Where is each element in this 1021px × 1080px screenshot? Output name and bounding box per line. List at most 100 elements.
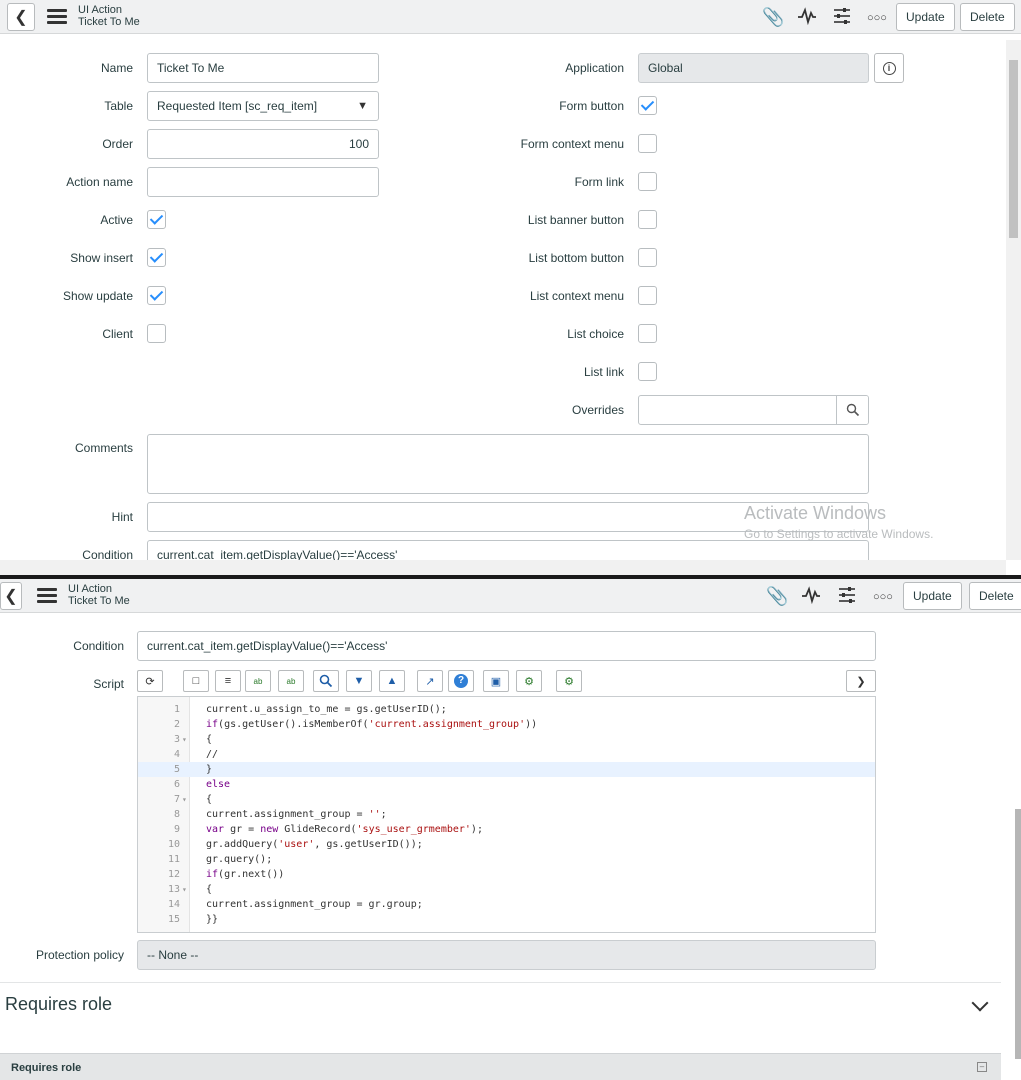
comment-icon[interactable]: □ — [183, 670, 209, 692]
find-next-icon[interactable]: ▼ — [346, 670, 372, 692]
overrides-lookup-button[interactable] — [836, 396, 868, 424]
code-text: gr.query(); — [206, 854, 273, 865]
paperclip-icon[interactable]: 📎 — [766, 586, 788, 606]
form-context-menu-checkbox[interactable] — [638, 134, 657, 153]
list-link-checkbox[interactable] — [638, 362, 657, 381]
record-name: Ticket To Me — [78, 16, 140, 28]
show-update-checkbox[interactable] — [147, 286, 166, 305]
list-banner-button-checkbox[interactable] — [638, 210, 657, 229]
script-label: Script — [93, 677, 124, 691]
code-line[interactable]: 9 var gr = new GlideRecord('sys_user_grme… — [138, 822, 875, 837]
delete-button-2[interactable]: Delete — [969, 582, 1021, 610]
form-button-checkbox[interactable] — [638, 96, 657, 115]
replace-icon[interactable]: ab — [245, 670, 271, 692]
horizontal-scrollbar[interactable] — [0, 560, 1006, 575]
code-line[interactable]: 15}} — [138, 912, 875, 927]
condition-input-2[interactable]: current.cat_item.getDisplayValue()=='Acc… — [137, 631, 876, 661]
fold-toggle-icon[interactable]: ▾ — [182, 732, 187, 747]
vertical-scrollbar-2[interactable] — [1013, 619, 1021, 1059]
code-line[interactable]: 2 if(gs.getUser().isMemberOf('current.ass… — [138, 717, 875, 732]
code-line[interactable]: 13 ▾ { — [138, 882, 875, 897]
code-line[interactable]: 11 gr.query(); — [138, 852, 875, 867]
code-line[interactable]: 7 ▾ { — [138, 792, 875, 807]
application-info-button[interactable]: i — [874, 53, 904, 83]
more-options-icon[interactable]: ○○○ — [873, 587, 893, 607]
code-line[interactable]: 10 gr.addQuery('user', gs.getUserID()); — [138, 837, 875, 852]
show-insert-checkbox[interactable] — [147, 248, 166, 267]
code-line[interactable]: 5} — [138, 762, 875, 777]
update-button-2[interactable]: Update — [903, 582, 962, 610]
hamburger-menu-icon[interactable] — [47, 9, 67, 25]
scrollbar-thumb-2[interactable] — [1015, 809, 1021, 1059]
activity-icon[interactable] — [797, 7, 817, 29]
paperclip-icon[interactable]: 📎 — [762, 7, 784, 27]
format-code-icon[interactable]: ≡ — [215, 670, 241, 692]
replace-all-icon[interactable]: ab — [278, 670, 304, 692]
hamburger-menu-icon-2[interactable] — [37, 588, 57, 604]
line-number: 5 — [173, 764, 180, 775]
code-line[interactable]: 4 // — [138, 747, 875, 762]
table-select[interactable]: Requested Item [sc_req_item] ▼ — [147, 91, 379, 121]
name-input[interactable]: Ticket To Me — [147, 53, 379, 83]
fold-toggle-icon[interactable]: ▾ — [182, 792, 187, 807]
code-line[interactable]: 1 current.u_assign_to_me = gs.getUserID()… — [138, 702, 875, 717]
list-bottom-button-label: List bottom button — [528, 251, 624, 265]
back-button[interactable]: ❮ — [7, 3, 35, 31]
chevron-down-icon[interactable] — [971, 994, 989, 1012]
comments-textarea[interactable] — [147, 434, 869, 494]
requires-role-list-title: Requires role — [11, 1062, 82, 1074]
update-button[interactable]: Update — [896, 3, 955, 31]
code-line[interactable]: 8 current.assignment_group = ''; — [138, 807, 875, 822]
overrides-input[interactable] — [638, 395, 869, 425]
vertical-scrollbar[interactable] — [1006, 40, 1021, 560]
requires-role-section-title: Requires role — [5, 994, 113, 1014]
record-type: UI Action — [78, 4, 123, 16]
expand-editor-button[interactable]: ❯ — [846, 670, 876, 692]
list-context-menu-checkbox[interactable] — [638, 286, 657, 305]
chevron-right-icon: ❯ — [856, 675, 866, 688]
active-checkbox[interactable] — [147, 210, 166, 229]
action-name-label: Action name — [66, 175, 133, 189]
collapse-icon[interactable]: – — [977, 1062, 987, 1072]
personalize-sliders-icon[interactable] — [838, 586, 856, 608]
line-number: 13 — [167, 884, 180, 895]
form-link-checkbox[interactable] — [638, 172, 657, 191]
code-line[interactable]: 3 ▾ { — [138, 732, 875, 747]
table-select-value: Requested Item [sc_req_item] — [157, 99, 318, 113]
back-button-2[interactable]: ❮ — [0, 582, 22, 610]
hint-label: Hint — [111, 510, 133, 524]
activity-icon[interactable] — [801, 586, 821, 608]
fold-toggle-icon[interactable]: ▾ — [182, 882, 187, 897]
scrollbar-thumb[interactable] — [1009, 60, 1018, 238]
form-link-label: Form link — [574, 175, 624, 189]
protection-policy-select[interactable]: -- None -- — [137, 940, 876, 970]
toggle-breakpoint-icon[interactable]: ⚙ — [556, 670, 582, 692]
more-options-icon[interactable]: ○○○ — [867, 8, 887, 28]
line-number: 9 — [173, 824, 180, 835]
action-name-input[interactable] — [147, 167, 379, 197]
show-insert-label: Show insert — [70, 251, 133, 265]
code-text: var gr = new GlideRecord('sys_user_grmem… — [206, 824, 483, 835]
code-line[interactable]: 6 else — [138, 777, 875, 792]
code-text: if(gr.next()) — [206, 869, 285, 880]
script-debugger-icon[interactable]: ⚙ — [516, 670, 542, 692]
code-line[interactable]: 14 current.assignment_group = gr.group; — [138, 897, 875, 912]
line-number: 11 — [167, 854, 180, 865]
list-choice-checkbox[interactable] — [638, 324, 657, 343]
toggle-syntax-icon[interactable]: ⟳ — [137, 670, 163, 692]
script-editor[interactable]: 1 current.u_assign_to_me = gs.getUserID()… — [137, 696, 876, 933]
client-checkbox[interactable] — [147, 324, 166, 343]
list-bottom-button-checkbox[interactable] — [638, 248, 657, 267]
find-previous-icon[interactable]: ▲ — [379, 670, 405, 692]
delete-button[interactable]: Delete — [960, 3, 1015, 31]
fullscreen-icon[interactable]: ↗ — [417, 670, 443, 692]
save-icon[interactable]: ▣ — [483, 670, 509, 692]
personalize-sliders-icon[interactable] — [833, 7, 851, 29]
search-code-icon[interactable] — [313, 670, 339, 692]
code-line[interactable]: 12 if(gr.next()) — [138, 867, 875, 882]
order-input[interactable]: 100 — [147, 129, 379, 159]
client-label: Client — [102, 327, 133, 341]
caret-down-icon: ▼ — [357, 100, 368, 112]
help-icon[interactable]: ? — [448, 670, 474, 692]
code-text: { — [206, 794, 213, 805]
